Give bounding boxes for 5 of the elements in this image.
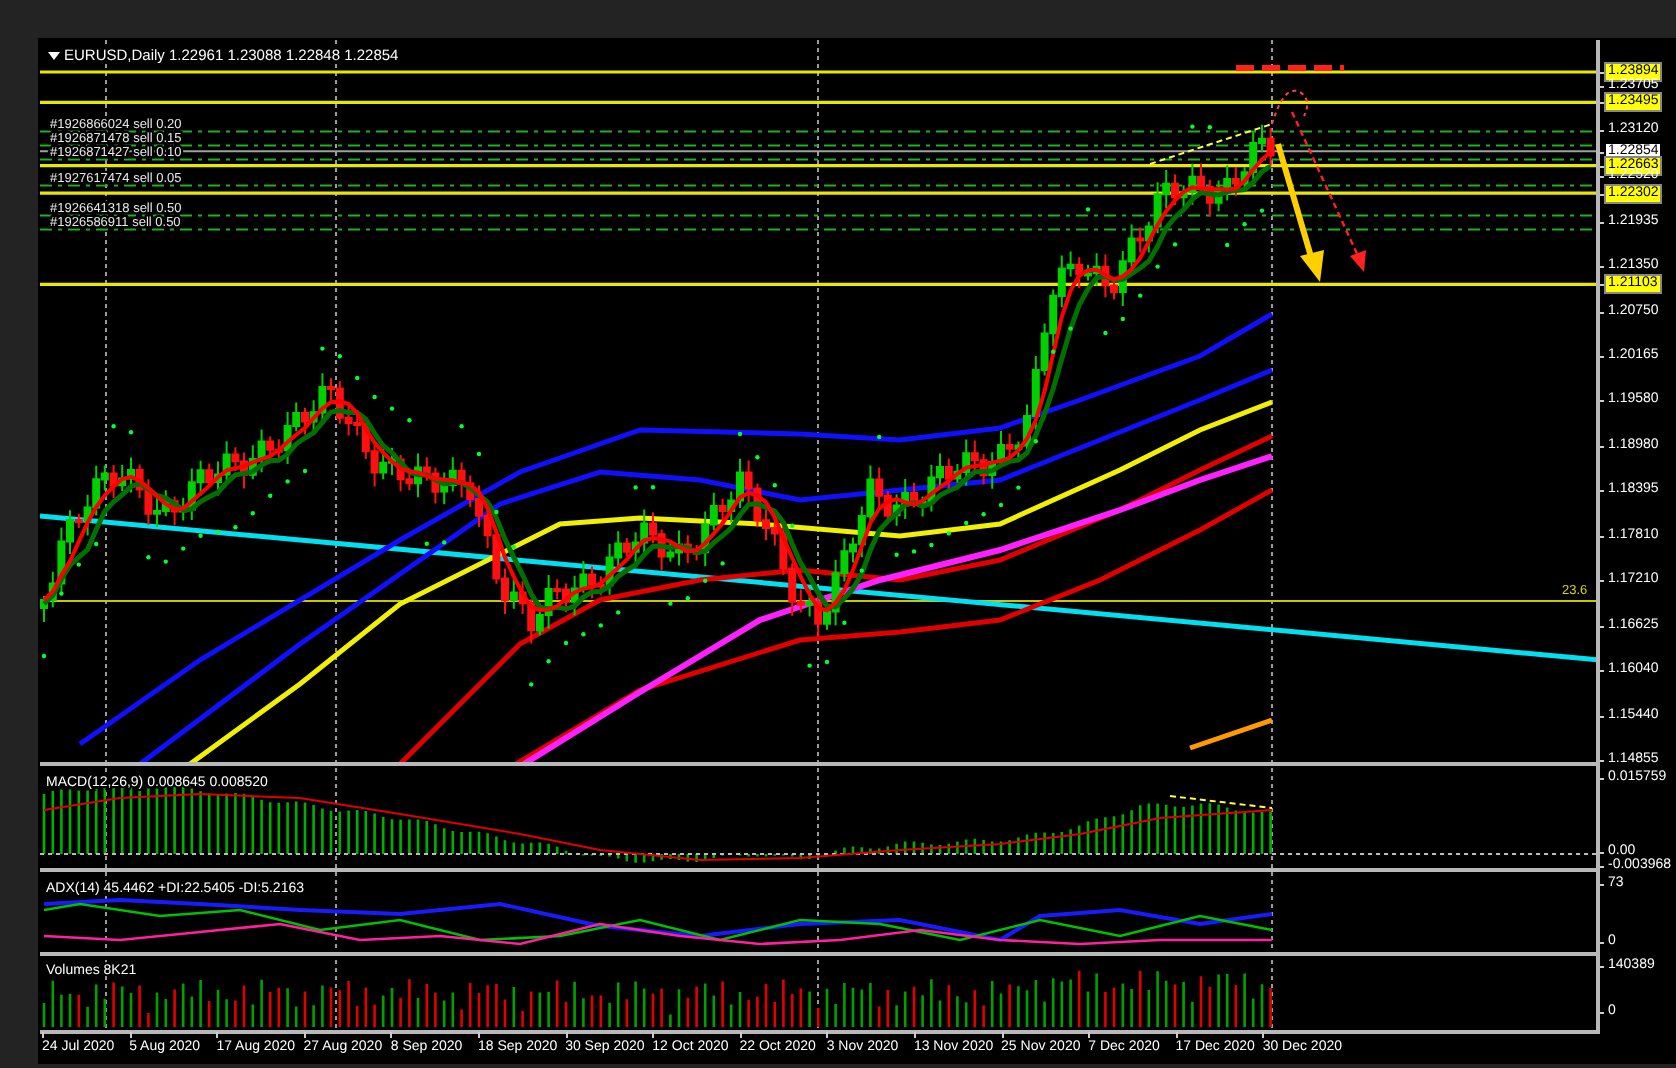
arrow-drawing [1275, 143, 1324, 282]
dashed-resistance-line [1236, 65, 1344, 71]
dropdown-triangle-icon [48, 52, 60, 60]
dashed-trend-line [1169, 795, 1273, 809]
dashed-trend-line [1149, 123, 1273, 165]
